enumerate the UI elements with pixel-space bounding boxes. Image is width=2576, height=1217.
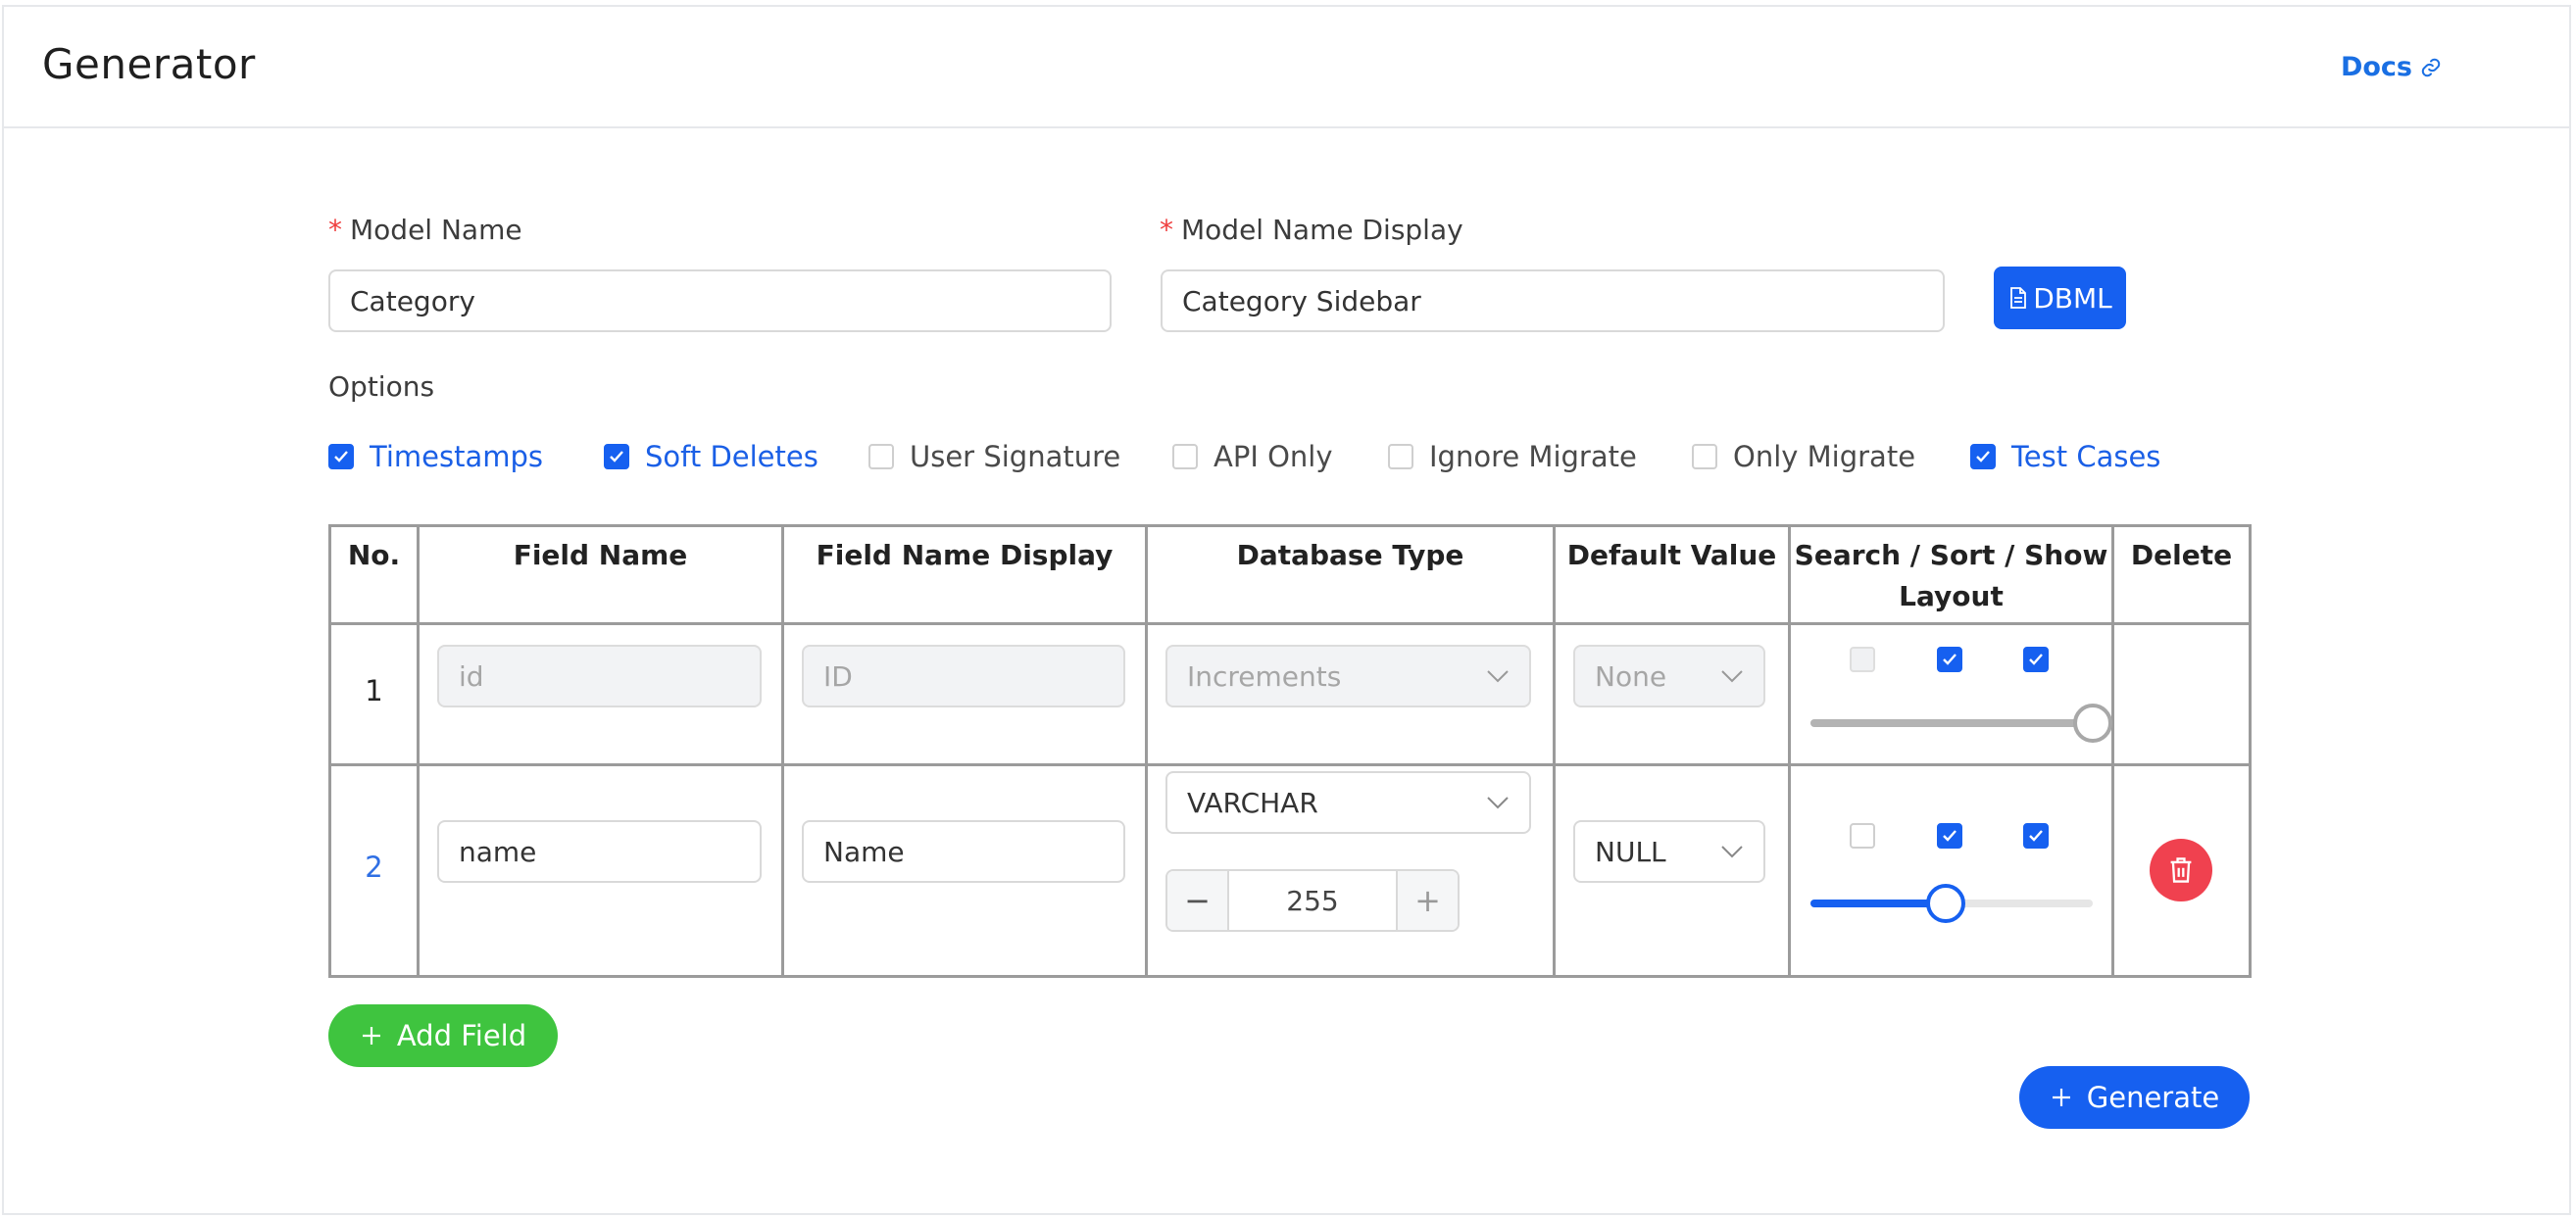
default-value-select[interactable]: NULL [1573,820,1765,883]
model-display-input[interactable] [1161,269,1945,332]
option-label: User Signature [910,440,1121,473]
header-no: No. [328,524,420,625]
option-user-signature[interactable]: User Signature [868,437,1120,476]
chevron-down-icon [1487,797,1509,809]
database-type-select[interactable]: Increments [1165,645,1531,707]
search-checkbox[interactable] [1850,647,1875,672]
timestamps-checkbox[interactable] [328,444,354,469]
table-row: 2 VARCHAR − 255 + NULL [328,763,2252,978]
docs-link[interactable]: Docs [2341,52,2442,82]
docs-label: Docs [2340,52,2412,82]
api-only-checkbox[interactable] [1172,444,1198,469]
add-field-button[interactable]: Add Field [328,1004,558,1067]
field-display-input[interactable] [802,820,1125,883]
search-checkbox[interactable] [1850,823,1875,849]
external-link-icon [2421,58,2441,76]
table-header-row: No. Field Name Field Name Display Databa… [328,524,2252,625]
soft-deletes-checkbox[interactable] [604,444,629,469]
test-cases-checkbox[interactable] [1970,444,1996,469]
header-default-value: Default Value [1553,524,1791,625]
model-name-label: * Model Name [328,214,522,246]
option-label: Ignore Migrate [1429,440,1637,473]
default-value-select[interactable]: None [1573,645,1765,707]
length-value[interactable]: 255 [1229,871,1396,930]
option-test-cases[interactable]: Test Cases [1970,437,2160,476]
header-field-name-display: Field Name Display [781,524,1148,625]
option-ignore-migrate[interactable]: Ignore Migrate [1388,437,1637,476]
option-label: API Only [1214,440,1333,473]
field-name-input[interactable] [437,645,762,707]
sort-checkbox[interactable] [1937,823,1962,849]
field-display-input[interactable] [802,645,1125,707]
option-timestamps[interactable]: Timestamps [328,437,543,476]
add-field-label: Add Field [396,1019,527,1052]
layout-slider[interactable] [1810,704,2112,743]
option-label: Timestamps [370,440,543,473]
file-icon [2010,287,2027,309]
generate-label: Generate [2086,1081,2220,1114]
show-checkbox[interactable] [2023,647,2049,672]
header-database-type: Database Type [1145,524,1556,625]
layout-slider[interactable] [1810,884,2093,923]
slider-thumb[interactable] [2073,704,2112,743]
page-title: Generator [42,40,256,88]
model-name-input[interactable] [328,269,1112,332]
dbml-label: DBML [2033,281,2112,315]
header-field-name: Field Name [417,524,784,625]
chevron-down-icon [1487,670,1509,683]
option-label: Only Migrate [1733,440,1916,473]
ignore-migrate-checkbox[interactable] [1388,444,1413,469]
option-label: Test Cases [2011,440,2161,473]
user-signature-checkbox[interactable] [868,444,894,469]
row-number[interactable]: 2 [331,851,417,884]
required-marker: * [1160,214,1173,246]
field-name-input[interactable] [437,820,762,883]
header-search-sort-show: Search / Sort / Show Layout [1788,524,2114,625]
plus-icon [362,1027,380,1045]
plus-icon[interactable]: + [1396,871,1458,930]
model-display-label: * Model Name Display [1160,214,1463,246]
slider-fill [1810,719,2093,727]
table-row: 1 Increments None [328,622,2252,766]
show-checkbox[interactable] [2023,823,2049,849]
database-type-select[interactable]: VARCHAR [1165,771,1531,834]
trash-icon [2170,857,2192,883]
required-marker: * [328,214,342,246]
delete-field-button[interactable] [2150,839,2212,901]
option-only-migrate[interactable]: Only Migrate [1692,437,1915,476]
option-soft-deletes[interactable]: Soft Deletes [604,437,818,476]
sort-checkbox[interactable] [1937,647,1962,672]
header-delete: Delete [2111,524,2252,625]
fields-table: No. Field Name Field Name Display Databa… [328,524,2252,978]
chevron-down-icon [1721,846,1743,858]
chevron-down-icon [1721,670,1743,683]
only-migrate-checkbox[interactable] [1692,444,1717,469]
minus-icon[interactable]: − [1167,871,1229,930]
slider-thumb[interactable] [1926,884,1965,923]
generate-button[interactable]: Generate [2019,1066,2250,1129]
options-label: Options [328,370,435,403]
plus-icon [2052,1089,2070,1106]
card-header: Generator Docs [4,7,2569,128]
option-api-only[interactable]: API Only [1172,437,1333,476]
length-stepper[interactable]: − 255 + [1165,869,1460,932]
dbml-button[interactable]: DBML [1994,267,2126,329]
row-number: 1 [365,674,383,707]
option-label: Soft Deletes [645,440,818,473]
